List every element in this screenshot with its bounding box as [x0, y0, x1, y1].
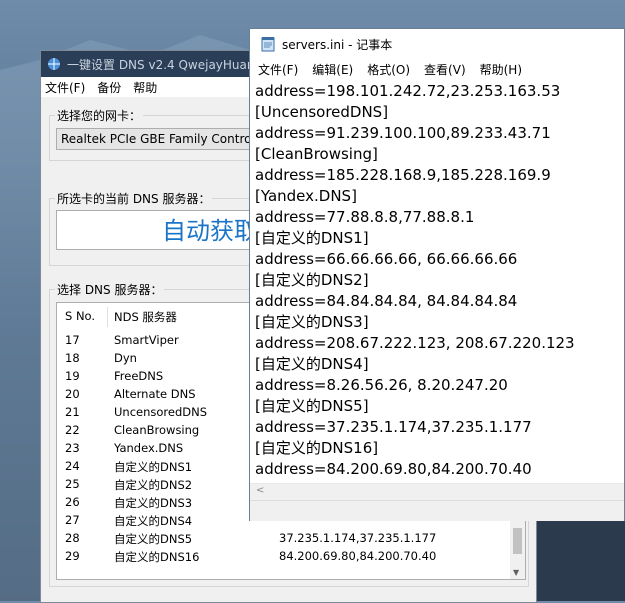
list-item-name: SmartViper	[114, 333, 179, 347]
text-line: [自定义的DNS2]	[255, 271, 369, 289]
text-line: [自定义的DNS4]	[255, 355, 369, 373]
notepad-titlebar[interactable]: servers.ini - 记事本	[250, 29, 624, 59]
text-line: [UncensoredDNS]	[255, 103, 389, 121]
list-item-name: 自定义的DNS5	[114, 532, 193, 546]
list-item-name: UncensoredDNS	[114, 405, 208, 419]
menu-file[interactable]: 文件(F)	[258, 61, 298, 78]
nic-label: 选择您的网卡：	[55, 107, 144, 124]
dns-list-label: 选择 DNS 服务器：	[55, 281, 165, 298]
text-line: address=37.235.1.174,37.235.1.177	[255, 418, 532, 436]
list-item-no: 26	[65, 495, 80, 509]
list-item-no: 28	[65, 531, 80, 545]
menu-edit[interactable]: 编辑(E)	[312, 61, 353, 78]
nic-dropdown[interactable]: Realtek PCIe GBE Family Controller	[56, 128, 262, 150]
list-item-no: 27	[65, 513, 80, 527]
list-item-addr: 84.200.69.80,84.200.70.40	[279, 549, 437, 563]
text-line: address=8.26.56.26, 8.20.247.20	[255, 376, 508, 394]
list-item-name: Yandex.DNS	[114, 441, 184, 455]
horizontal-scrollbar[interactable]: <	[250, 483, 624, 501]
scroll-down-icon[interactable]: ▼	[513, 568, 519, 577]
text-line: [自定义的DNS5]	[255, 397, 369, 415]
list-item-no: 29	[65, 549, 80, 563]
text-line: [CleanBrowsing]	[255, 145, 378, 163]
list-item-name: 自定义的DNS16	[114, 550, 200, 564]
list-item-no: 18	[65, 351, 80, 365]
menu-file[interactable]: 文件(F)	[45, 79, 85, 96]
list-item-name: Dyn	[114, 351, 137, 365]
text-line: address=66.66.66.66, 66.66.66.66	[255, 250, 518, 268]
list-item-addr: 37.235.1.174,37.235.1.177	[279, 531, 437, 545]
scroll-left-icon[interactable]: <	[256, 485, 264, 496]
text-line: address=198.101.242.72,23.253.163.53	[255, 82, 561, 100]
list-item-name: CleanBrowsing	[114, 423, 200, 437]
text-line: address=185.228.168.9,185.228.169.9	[255, 166, 551, 184]
list-item-no: 21	[65, 405, 80, 419]
list-item-no: 19	[65, 369, 80, 383]
menu-help[interactable]: 帮助(H)	[480, 61, 522, 78]
text-line: address=84.84.84.84, 84.84.84.84	[255, 292, 518, 310]
text-line: address=84.200.69.80,84.200.70.40	[255, 460, 532, 478]
menu-view[interactable]: 查看(V)	[424, 61, 466, 78]
list-item[interactable]: 29 自定义的DNS16 84.200.69.80,84.200.70.40	[57, 549, 525, 567]
notepad-text-area[interactable]: address=198.101.242.72,23.253.163.53 [Unc…	[255, 81, 624, 481]
text-line: [自定义的DNS1]	[255, 229, 369, 247]
text-line: [Yandex.DNS]	[255, 187, 357, 205]
list-item-no: 23	[65, 441, 80, 455]
text-line: address=208.67.222.123, 208.67.220.123	[255, 334, 575, 352]
current-dns-label: 所选卡的当前 DNS 服务器：	[55, 190, 213, 207]
scrollbar-thumb[interactable]	[513, 528, 522, 554]
list-item-name: Alternate DNS	[114, 387, 196, 401]
menu-help[interactable]: 帮助	[133, 79, 157, 96]
list-item-no: 25	[65, 477, 80, 491]
text-line: [自定义的DNS16]	[255, 439, 379, 457]
text-line: address=91.239.100.100,89.233.43.71	[255, 124, 551, 142]
list-item[interactable]: 28 自定义的DNS5 37.235.1.174,37.235.1.177	[57, 531, 525, 549]
globe-icon	[48, 58, 60, 70]
list-item-no: 17	[65, 333, 80, 347]
text-line: [自定义的DNS3]	[255, 313, 369, 331]
notepad-icon	[261, 37, 275, 52]
list-item-name: FreeDNS	[114, 369, 164, 383]
list-item-name: 自定义的DNS2	[114, 478, 193, 492]
menu-format[interactable]: 格式(O)	[367, 61, 410, 78]
menu-backup[interactable]: 备份	[97, 79, 121, 96]
notepad-title: servers.ini - 记事本	[282, 37, 393, 52]
dns-setter-title: 一键设置 DNS v2.4 QwejayHuang	[67, 57, 263, 72]
list-item-name: 自定义的DNS4	[114, 514, 193, 528]
list-item-no: 22	[65, 423, 80, 437]
list-item-name: 自定义的DNS1	[114, 460, 193, 474]
list-item-name: 自定义的DNS3	[114, 496, 193, 510]
notepad-menubar: 文件(F) 编辑(E) 格式(O) 查看(V) 帮助(H)	[250, 59, 624, 79]
status-bar	[250, 500, 624, 521]
list-item-no: 20	[65, 387, 80, 401]
column-header-no[interactable]: S No.	[65, 309, 95, 323]
notepad-window: servers.ini - 记事本 文件(F) 编辑(E) 格式(O) 查看(V…	[249, 28, 625, 521]
current-dns-display: 自动获取	[56, 210, 256, 250]
text-line: address=77.88.8.8,77.88.8.1	[255, 208, 475, 226]
list-item-no: 24	[65, 459, 80, 473]
column-header-name[interactable]: NDS 服务器	[114, 309, 177, 325]
